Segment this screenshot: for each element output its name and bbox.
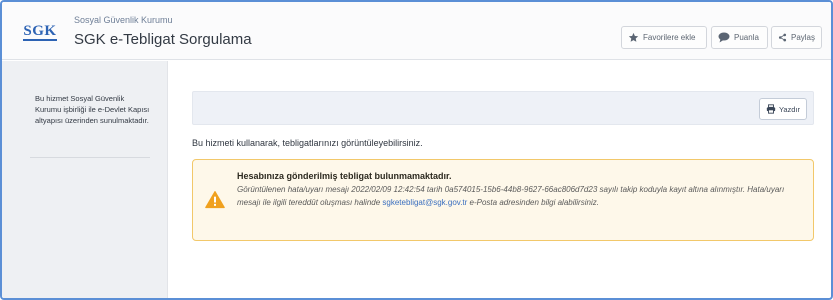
- alert-message-tail: e-Posta adresinden bilgi alabilirsiniz.: [467, 198, 599, 207]
- support-email-link[interactable]: sgketebligat@sgk.gov.tr: [382, 198, 467, 207]
- alert-title: Hesabınıza gönderilmiş tebligat bulunmam…: [237, 171, 452, 181]
- rate-label: Puanla: [734, 33, 759, 42]
- alert-message: Görüntülenen hata/uyarı mesajı 2022/02/0…: [237, 183, 807, 209]
- add-favorites-label: Favorilere ekle: [643, 33, 696, 42]
- share-label: Paylaş: [790, 33, 815, 42]
- print-button[interactable]: Yazdır: [759, 98, 807, 120]
- rate-button[interactable]: Puanla: [711, 26, 768, 49]
- share-button[interactable]: Paylaş: [771, 26, 822, 49]
- speech-bubble-icon: [718, 32, 730, 43]
- star-icon: [628, 32, 639, 42]
- print-label: Yazdır: [778, 104, 801, 114]
- page-frame: SGK Sosyal Güvenlik Kurumu SGK e-Tebliga…: [0, 0, 833, 300]
- sidebar-divider: [30, 157, 150, 158]
- logo-text: SGK: [23, 22, 57, 41]
- organization-name: Sosyal Güvenlik Kurumu: [74, 15, 173, 25]
- intro-text: Bu hizmeti kullanarak, tebligatlarınızı …: [192, 138, 423, 148]
- content-toolbar: Yazdır: [192, 91, 814, 125]
- page-title: SGK e-Tebligat Sorgulama: [74, 31, 252, 48]
- sidebar: Bu hizmet Sosyal Güvenlik Kurumu işbirli…: [2, 61, 168, 298]
- add-favorites-button[interactable]: Favorilere ekle: [621, 26, 707, 49]
- sgk-logo[interactable]: SGK: [18, 21, 62, 43]
- page-header: SGK Sosyal Güvenlik Kurumu SGK e-Tebliga…: [2, 2, 831, 60]
- service-provider-note: Bu hizmet Sosyal Güvenlik Kurumu işbirli…: [35, 94, 150, 125]
- printer-icon: [766, 104, 776, 114]
- warning-triangle-icon: [205, 191, 225, 209]
- warning-alert: Hesabınıza gönderilmiş tebligat bulunmam…: [192, 159, 814, 241]
- share-icon: [778, 33, 787, 42]
